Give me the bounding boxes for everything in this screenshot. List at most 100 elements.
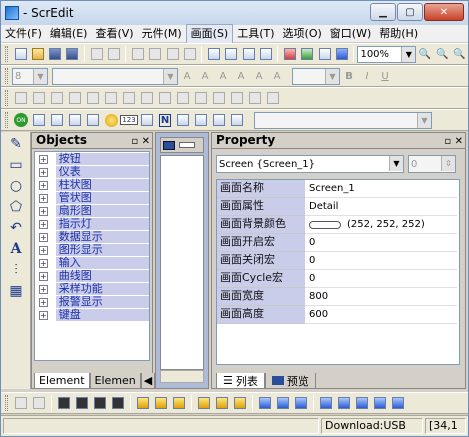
- property-row[interactable]: 画面宽度 800: [217, 288, 457, 306]
- align-objects-center-button[interactable]: [67, 90, 83, 106]
- tree-item[interactable]: + 报警显示: [39, 296, 149, 308]
- align-tool[interactable]: [354, 395, 370, 411]
- draw-line-button[interactable]: [13, 90, 29, 106]
- tree-item[interactable]: + 采样功能: [39, 283, 149, 295]
- on-button-tool[interactable]: ON: [13, 112, 29, 128]
- expand-icon[interactable]: +: [39, 271, 48, 281]
- tree-item[interactable]: + 图形显示: [39, 244, 149, 256]
- align-tool[interactable]: [318, 395, 334, 411]
- expand-icon[interactable]: +: [39, 206, 48, 216]
- group-button[interactable]: [31, 90, 47, 106]
- align-tool[interactable]: [336, 395, 352, 411]
- zoom-in-button[interactable]: 🔍: [417, 46, 432, 62]
- send-to-back-button[interactable]: [74, 395, 90, 411]
- close-button[interactable]: ✕: [424, 3, 464, 21]
- tree-item[interactable]: + 指示灯: [39, 218, 149, 230]
- align-right-button[interactable]: A: [215, 68, 231, 84]
- compile-button[interactable]: [282, 46, 297, 62]
- download-button[interactable]: [300, 46, 315, 62]
- menu-tools[interactable]: 工具(T): [233, 25, 278, 43]
- copy-button[interactable]: [148, 46, 163, 62]
- alarm-tool[interactable]: [211, 112, 227, 128]
- valign-bottom-button[interactable]: A: [269, 68, 285, 84]
- menu-file[interactable]: 文件(F): [1, 25, 46, 43]
- tree-item[interactable]: + 管状图: [39, 192, 149, 204]
- align-objects-bottom-button[interactable]: [139, 90, 155, 106]
- align-objects-top-button[interactable]: [103, 90, 119, 106]
- screen-canvas[interactable]: [160, 155, 204, 370]
- menu-edit[interactable]: 编辑(E): [46, 25, 92, 43]
- tree-item[interactable]: + 数据显示: [39, 231, 149, 243]
- align-tool[interactable]: [153, 395, 169, 411]
- expand-icon[interactable]: +: [39, 193, 48, 203]
- align-tool[interactable]: [196, 395, 212, 411]
- maximize-button[interactable]: ▢: [397, 3, 423, 21]
- space-horizontal-button[interactable]: [211, 90, 227, 106]
- underline-button[interactable]: U: [377, 68, 393, 84]
- same-width-button[interactable]: [157, 90, 173, 106]
- minimize-button[interactable]: ▁: [370, 3, 396, 21]
- align-objects-left-button[interactable]: [49, 90, 65, 106]
- menu-help[interactable]: 帮助(H): [375, 25, 422, 43]
- tree-item[interactable]: + 输入: [39, 257, 149, 269]
- menu-view[interactable]: 查看(V): [91, 25, 137, 43]
- expand-icon[interactable]: +: [39, 297, 48, 307]
- center-vertical-button[interactable]: [265, 90, 281, 106]
- sampling-tool[interactable]: [193, 112, 209, 128]
- object-selector[interactable]: Screen {Screen_1} ▼: [216, 155, 404, 173]
- align-objects-right-button[interactable]: [85, 90, 101, 106]
- expand-icon[interactable]: +: [39, 219, 48, 229]
- font-size-select[interactable]: 8 ▼: [12, 67, 48, 85]
- delete-button[interactable]: [182, 46, 197, 62]
- undo-button[interactable]: [89, 46, 104, 62]
- send-backward-button[interactable]: [110, 395, 126, 411]
- tree-item[interactable]: + 柱状图: [39, 179, 149, 191]
- align-tool[interactable]: [135, 395, 151, 411]
- font-name-select[interactable]: ▼: [52, 67, 178, 85]
- tab-element[interactable]: Element: [34, 373, 90, 389]
- align-center-button[interactable]: A: [197, 68, 213, 84]
- bold-button[interactable]: B: [341, 68, 357, 84]
- zoom-fit-button[interactable]: 🔍: [452, 46, 467, 62]
- property-row[interactable]: 画面名称 Screen_1: [217, 180, 457, 198]
- tube-graph-tool[interactable]: [67, 112, 83, 128]
- scale-tool[interactable]: ⫶: [5, 261, 27, 279]
- polygon-tool[interactable]: ⬠: [5, 198, 27, 216]
- rectangle-tool[interactable]: ▭: [5, 156, 27, 174]
- align-tool[interactable]: [293, 395, 309, 411]
- text-color-select[interactable]: ▼: [292, 67, 340, 85]
- property-row[interactable]: 画面开启宏 0: [217, 234, 457, 252]
- new-file-button[interactable]: [13, 46, 28, 62]
- meter-tool[interactable]: [31, 112, 47, 128]
- align-objects-middle-button[interactable]: [121, 90, 137, 106]
- expand-icon[interactable]: +: [39, 284, 48, 294]
- align-tool[interactable]: [232, 395, 248, 411]
- property-row[interactable]: 画面属性 Detail: [217, 198, 457, 216]
- save-all-button[interactable]: [65, 46, 80, 62]
- screen-hscrollbar[interactable]: [160, 370, 204, 383]
- expand-icon[interactable]: +: [39, 232, 48, 242]
- property-row[interactable]: 画面关闭宏 0: [217, 252, 457, 270]
- trend-tool[interactable]: [175, 112, 191, 128]
- expand-icon[interactable]: +: [39, 154, 48, 164]
- element-select[interactable]: ▼: [254, 111, 432, 129]
- center-horizontal-button[interactable]: [247, 90, 263, 106]
- tree-item[interactable]: + 键盘: [39, 309, 149, 321]
- expand-icon[interactable]: +: [39, 310, 48, 320]
- spin-input[interactable]: 0 ⇕: [408, 155, 456, 173]
- arrange-tool[interactable]: [13, 395, 29, 411]
- tree-item[interactable]: + 曲线图: [39, 270, 149, 282]
- keypad-tool[interactable]: [229, 112, 245, 128]
- arc-tool[interactable]: ↶: [5, 219, 27, 237]
- screen-window-titlebar[interactable]: [160, 137, 204, 153]
- bring-to-front-button[interactable]: [56, 395, 72, 411]
- expand-icon[interactable]: +: [39, 180, 48, 190]
- lamp-tool[interactable]: [103, 112, 119, 128]
- align-tool[interactable]: [257, 395, 273, 411]
- align-left-button[interactable]: A: [179, 68, 195, 84]
- open-file-button[interactable]: [30, 46, 45, 62]
- pen-tool[interactable]: ✎: [5, 135, 27, 153]
- expand-icon[interactable]: +: [39, 245, 48, 255]
- panel-close-icon[interactable]: ✕: [455, 136, 463, 147]
- tree-item[interactable]: + 按钮: [39, 153, 149, 165]
